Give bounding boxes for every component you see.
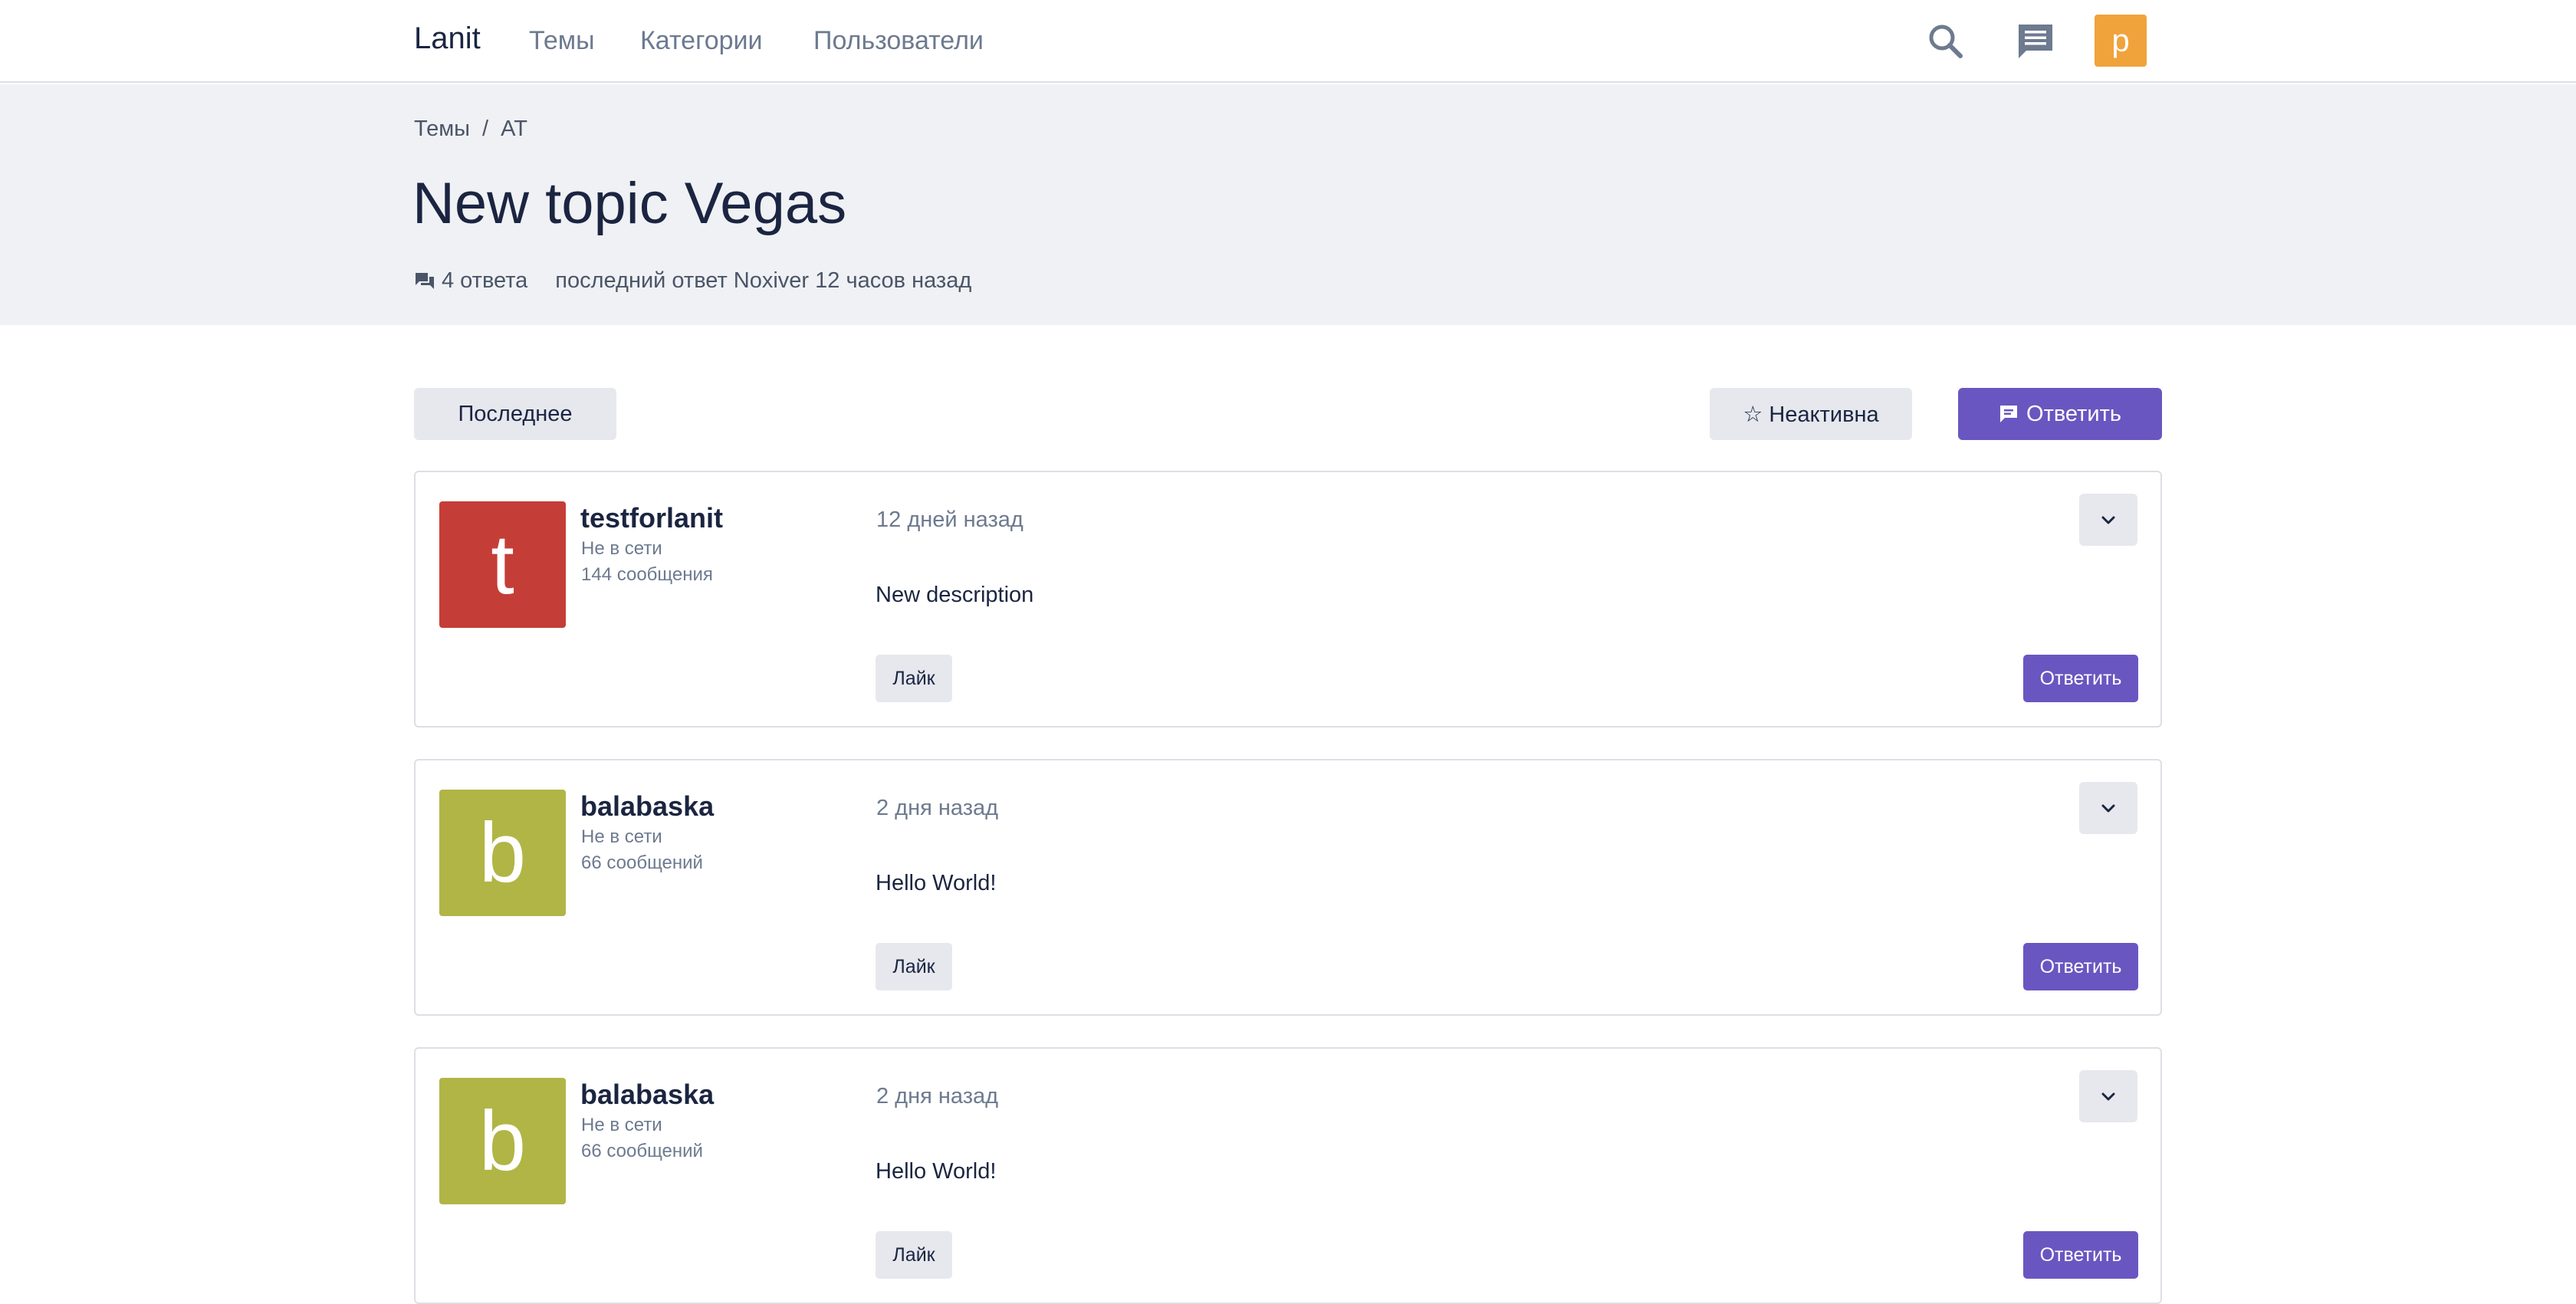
post-card: b balabaska Не в сети 66 сообщений 2 дня… — [414, 1047, 2162, 1304]
post-user-count: 144 сообщения — [581, 564, 713, 585]
nav-link-users[interactable]: Пользователи — [813, 23, 984, 58]
brand-logo[interactable]: Lanit — [414, 18, 481, 58]
latest-button-label: Последнее — [458, 401, 573, 426]
watch-button[interactable]: ☆ Неактивна — [1710, 388, 1912, 440]
post-user-count: 66 сообщений — [581, 1141, 703, 1161]
post-reply-button[interactable]: Ответить — [2023, 1231, 2138, 1279]
breadcrumb-root[interactable]: Темы — [414, 117, 470, 141]
forum-icon — [416, 273, 434, 289]
post-username[interactable]: testforlanit — [580, 501, 723, 535]
watch-button-label: ☆ Неактивна — [1743, 402, 1879, 427]
post-date[interactable]: 12 дней назад — [876, 506, 1024, 534]
post-body: New description — [876, 583, 1034, 607]
breadcrumb: Темы / AT — [414, 115, 527, 143]
post-menu-button[interactable] — [2079, 1070, 2137, 1122]
post-user-status: Не в сети — [581, 538, 662, 559]
post-user-status: Не в сети — [581, 1115, 662, 1135]
post-date[interactable]: 2 дня назад — [876, 794, 998, 822]
user-avatar[interactable]: p — [2095, 15, 2147, 67]
post-reply-button[interactable]: Ответить — [2023, 943, 2138, 990]
post-user-status: Не в сети — [581, 826, 662, 847]
reply-icon — [2000, 406, 2018, 422]
post-date[interactable]: 2 дня назад — [876, 1082, 998, 1110]
replies-count: 4 ответа — [442, 268, 528, 293]
breadcrumb-separator: / — [482, 117, 489, 141]
post-body: Hello World! — [876, 871, 997, 895]
avatar[interactable]: b — [439, 790, 566, 916]
chevron-down-icon — [2101, 804, 2115, 813]
topic-meta: 4 ответа последний ответ Noxiver 12 часо… — [414, 267, 971, 294]
last-reply-info: последний ответ Noxiver 12 часов назад — [555, 268, 972, 293]
post-reply-button[interactable]: Ответить — [2023, 655, 2138, 702]
avatar[interactable]: b — [439, 1078, 566, 1204]
latest-button[interactable]: Последнее — [414, 388, 616, 440]
nav-link-categories[interactable]: Категории — [640, 23, 763, 58]
like-button[interactable]: Лайк — [876, 943, 952, 990]
nav-link-topics[interactable]: Темы — [529, 23, 595, 58]
like-button[interactable]: Лайк — [876, 655, 952, 702]
topic-header — [0, 84, 2576, 325]
reply-topic-button[interactable]: Ответить — [1958, 388, 2162, 440]
reply-topic-label: Ответить — [2026, 401, 2121, 426]
post-user-count: 66 сообщений — [581, 852, 703, 873]
like-button[interactable]: Лайк — [876, 1231, 952, 1279]
post-card: b balabaska Не в сети 66 сообщений 2 дня… — [414, 759, 2162, 1016]
post-menu-button[interactable] — [2079, 782, 2137, 834]
post-username[interactable]: balabaska — [580, 1078, 714, 1112]
breadcrumb-current[interactable]: AT — [501, 117, 527, 141]
page-title: New topic Vegas — [412, 171, 847, 236]
chat-icon[interactable] — [2013, 18, 2058, 64]
avatar[interactable]: t — [439, 501, 566, 628]
post-username[interactable]: balabaska — [580, 790, 714, 823]
top-navbar: Lanit Темы Категории Пользователи p — [0, 0, 2576, 83]
post-card: t testforlanit Не в сети 144 сообщения 1… — [414, 471, 2162, 728]
post-body: Hello World! — [876, 1159, 997, 1184]
post-menu-button[interactable] — [2079, 494, 2137, 546]
chevron-down-icon — [2101, 1092, 2115, 1101]
search-icon[interactable] — [1923, 18, 1969, 64]
chevron-down-icon — [2101, 516, 2115, 524]
